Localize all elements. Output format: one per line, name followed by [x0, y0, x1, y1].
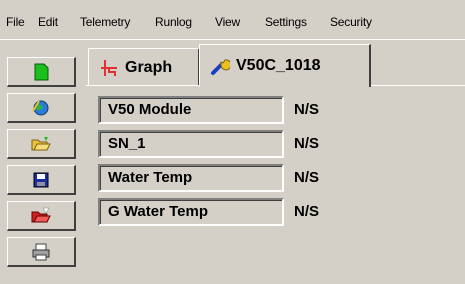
- globe-icon: [32, 99, 49, 115]
- menu-bar: File Edit Telemetry Runlog View Settings…: [0, 0, 465, 41]
- new-button[interactable]: [7, 57, 76, 87]
- field-label: Water Temp: [98, 164, 284, 192]
- menu-security[interactable]: Security: [330, 15, 372, 29]
- tab-graph[interactable]: Graph: [88, 48, 200, 86]
- save-button[interactable]: [7, 165, 76, 195]
- open-log-button[interactable]: [7, 201, 76, 231]
- field-label: G Water Temp: [98, 198, 284, 226]
- field-label: SN_1: [98, 130, 284, 158]
- connect-button[interactable]: [7, 93, 76, 123]
- menu-view[interactable]: View: [215, 15, 240, 29]
- field-value: N/S: [294, 135, 320, 152]
- graph-icon: [101, 59, 117, 76]
- menu-telemetry[interactable]: Telemetry: [80, 15, 130, 29]
- left-toolbar: [0, 40, 88, 284]
- wrench-icon: [211, 59, 230, 75]
- field-label: V50 Module: [98, 96, 284, 124]
- tab-graph-label: Graph: [125, 58, 173, 76]
- print-button[interactable]: [7, 237, 76, 267]
- save-disk-icon: [33, 172, 49, 187]
- open-red-folder-icon: [31, 207, 51, 222]
- menu-runlog[interactable]: Runlog: [155, 15, 192, 29]
- menu-edit[interactable]: Edit: [38, 15, 58, 29]
- tab-v50c-1018[interactable]: V50C_1018: [199, 44, 371, 87]
- menu-file[interactable]: File: [6, 15, 25, 29]
- open-folder-icon: [31, 136, 51, 150]
- field-value: N/S: [294, 203, 320, 220]
- tab-strip: Graph V50C_1018: [86, 40, 465, 87]
- field-value: N/S: [294, 169, 320, 186]
- menu-settings[interactable]: Settings: [265, 15, 307, 29]
- new-document-icon: [34, 63, 49, 80]
- printer-icon: [32, 243, 50, 260]
- open-button[interactable]: [7, 129, 76, 159]
- module-panel: V50 Module N/S SN_1 N/S Water Temp N/S G…: [86, 86, 465, 284]
- tab-v50c-1018-label: V50C_1018: [236, 57, 321, 74]
- field-value: N/S: [294, 101, 320, 118]
